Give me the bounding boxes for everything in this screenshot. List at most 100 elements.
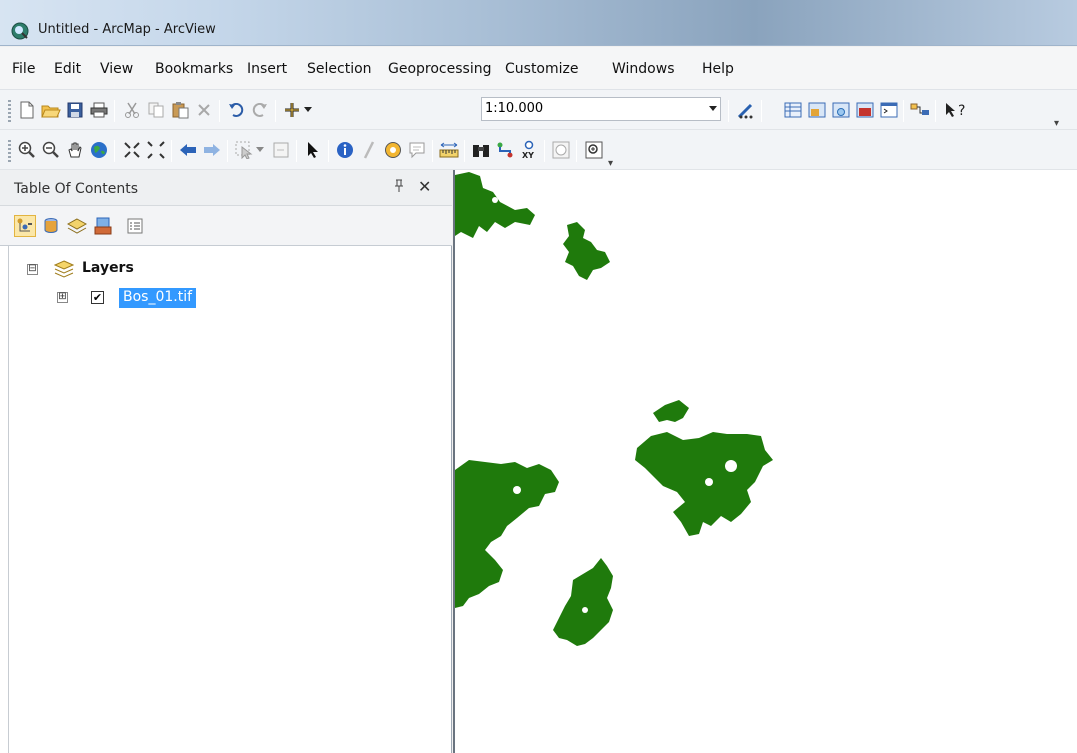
forest-patch [553,558,613,646]
arcmap-app-icon[interactable] [11,22,29,40]
menu-selection[interactable]: Selection [307,61,372,77]
map-tips-icon[interactable] [406,139,428,161]
undo-icon[interactable] [225,99,247,121]
measure-icon[interactable] [438,139,460,161]
new-document-icon[interactable] [16,99,38,121]
find-binoculars-icon[interactable] [470,139,492,161]
list-by-selection-icon[interactable] [92,215,114,237]
go-to-xy-icon[interactable]: XY [518,139,540,161]
redo-icon[interactable] [249,99,271,121]
arctoolbox-icon[interactable] [854,99,876,121]
toolbar-separator [219,100,220,122]
full-extent-globe-icon[interactable] [88,139,110,161]
python-window-icon[interactable] [878,99,900,121]
pin-icon[interactable] [393,179,405,197]
copy-icon[interactable] [145,99,167,121]
toolbar-overflow-icon[interactable]: ▾ [608,158,613,169]
svg-text:?: ? [958,103,965,119]
toolbar-separator [296,140,297,162]
add-data-icon[interactable] [281,99,303,121]
paste-icon[interactable] [169,99,191,121]
menu-bookmarks[interactable]: Bookmarks [155,61,233,77]
toc-header: Table Of Contents ✕ [0,170,452,206]
forest-patch [635,432,773,536]
forest-patch [455,460,559,608]
editor-toolbar-icon[interactable] [735,99,757,121]
toolbar-separator [114,100,115,122]
toolbar-separator [171,140,172,162]
menu-geoprocessing[interactable]: Geoprocessing [388,61,491,77]
identify-icon[interactable] [334,139,356,161]
menu-insert[interactable]: Insert [247,61,287,77]
html-popup-icon[interactable] [382,139,404,161]
toolbar-separator [328,140,329,162]
menu-customize[interactable]: Customize [505,61,579,77]
layers-icon [54,260,74,278]
toc-toolbar [0,206,452,246]
toc-title: Table Of Contents [14,181,139,197]
layers-root-label[interactable]: Layers [82,260,134,276]
forest-patch [653,400,689,422]
list-by-source-icon[interactable] [40,215,62,237]
back-arrow-icon[interactable] [177,139,199,161]
toolbar-separator [227,140,228,162]
options-list-icon[interactable] [124,215,146,237]
menu-view[interactable]: View [100,61,133,77]
select-elements-arrow-icon[interactable] [302,139,324,161]
toolbar-separator [576,140,577,162]
forward-arrow-icon[interactable] [201,139,223,161]
select-features-dropdown-icon[interactable] [254,139,266,161]
svg-text:XY: XY [522,151,534,160]
fixed-zoom-in-icon[interactable] [121,139,143,161]
toolbar-grip[interactable] [8,140,11,162]
add-data-dropdown-icon[interactable] [302,99,314,121]
toolbar-overflow-icon[interactable]: ▾ [1054,118,1059,129]
find-route-icon[interactable] [494,139,516,161]
toolbar-separator [275,100,276,122]
search-window-icon[interactable] [830,99,852,121]
time-slider-icon[interactable] [550,139,572,161]
fixed-zoom-out-icon[interactable] [145,139,167,161]
expand-layer-icon[interactable]: ⊞ [57,292,68,303]
toolbar-separator [761,100,762,122]
menu-file[interactable]: File [12,61,35,77]
toolbar-separator [432,140,433,162]
menu-edit[interactable]: Edit [54,61,81,77]
table-of-contents-panel: Table Of Contents ✕ ⊟ Layers ⊞ ✔ Bos_01.… [0,170,452,753]
open-folder-icon[interactable] [40,99,62,121]
toolbar-separator [114,140,115,162]
hyperlink-icon[interactable] [358,139,380,161]
collapse-layers-icon[interactable]: ⊟ [27,264,38,275]
menu-windows[interactable]: Windows [612,61,675,77]
close-icon[interactable]: ✕ [418,177,431,196]
toolbar-grip[interactable] [8,100,11,122]
menu-help[interactable]: Help [702,61,734,77]
zoom-out-icon[interactable] [40,139,62,161]
layer-name-selected[interactable]: Bos_01.tif [119,288,197,308]
standard-toolbar: 1:10.000 ? ▾ [0,90,1077,130]
map-display[interactable] [453,170,1077,753]
layer-visibility-checkbox[interactable]: ✔ [91,291,104,304]
select-features-icon[interactable] [233,139,255,161]
modelbuilder-icon[interactable] [909,99,931,121]
title-bar: Untitled - ArcMap - ArcView [0,0,1077,46]
pan-hand-icon[interactable] [64,139,86,161]
toolbar-separator [728,100,729,122]
delete-icon[interactable] [193,99,215,121]
magnifier-window-icon[interactable] [583,139,605,161]
list-by-visibility-icon[interactable] [66,215,88,237]
chevron-down-icon[interactable] [709,106,717,111]
clear-selection-icon[interactable] [270,139,292,161]
whats-this-help-icon[interactable]: ? [942,99,972,121]
map-scale-combobox[interactable]: 1:10.000 [481,97,721,121]
zoom-in-icon[interactable] [16,139,38,161]
cut-icon[interactable] [121,99,143,121]
list-by-drawing-order-icon[interactable] [14,215,36,237]
save-icon[interactable] [64,99,86,121]
table-of-contents-icon[interactable] [782,99,804,121]
window-title: Untitled - ArcMap - ArcView [38,22,216,37]
catalog-window-icon[interactable] [806,99,828,121]
print-icon[interactable] [88,99,110,121]
forest-patch [455,172,535,238]
forest-patch [563,222,610,280]
